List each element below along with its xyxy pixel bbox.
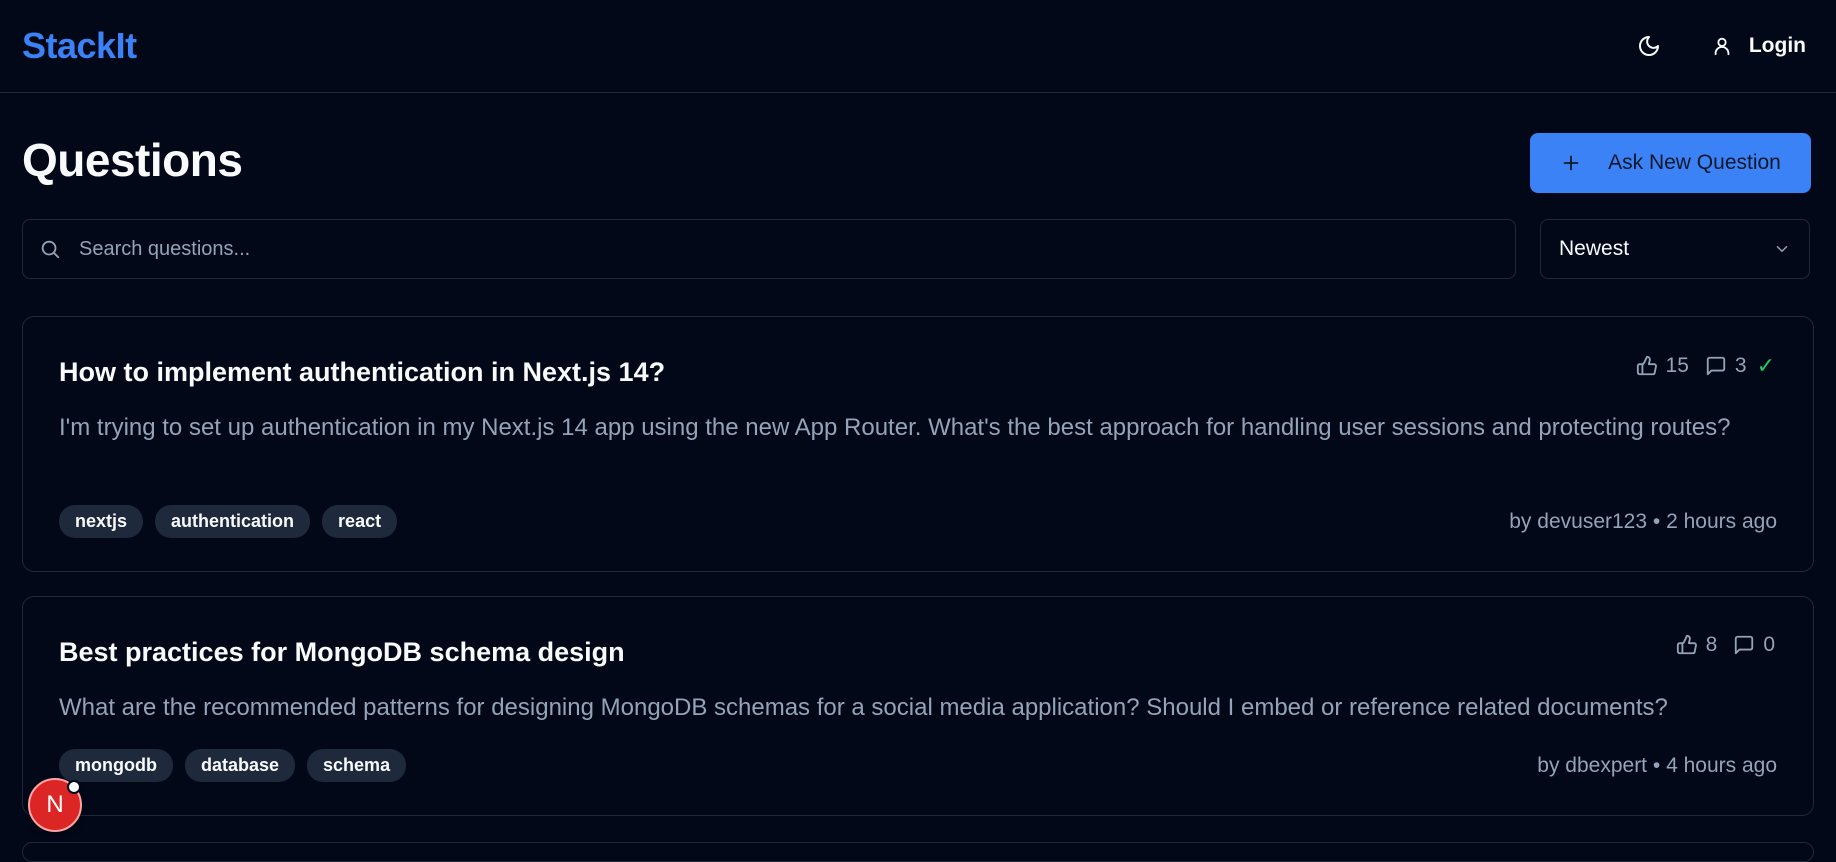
question-footer: mongodb database schema by dbexpert • 4 …: [59, 749, 1777, 782]
meta-separator: •: [1652, 753, 1661, 777]
top-navbar: StackIt Login: [0, 0, 1836, 93]
sort-selected-value: Newest: [1559, 237, 1630, 260]
nextjs-dev-indicator[interactable]: N: [28, 778, 82, 832]
tag-mongodb[interactable]: mongodb: [59, 749, 173, 782]
tag-database[interactable]: database: [184, 749, 296, 782]
vote-count[interactable]: 8: [1676, 633, 1718, 657]
vote-count[interactable]: 15: [1636, 354, 1689, 378]
page-header: Questions Ask New Question: [22, 93, 1814, 227]
ask-button-label: Ask New Question: [1608, 151, 1781, 174]
question-card-header: Best practices for MongoDB schema design…: [59, 633, 1777, 668]
question-footer: nextjs authentication react by devuser12…: [59, 505, 1777, 538]
thumbs-up-icon: [1636, 355, 1657, 376]
vote-count-value: 15: [1665, 354, 1689, 377]
question-meta: by devuser123 • 2 hours ago: [1509, 510, 1777, 534]
answer-count[interactable]: 3: [1705, 354, 1747, 378]
user-icon: [1714, 37, 1730, 56]
question-card-header: How to implement authentication in Next.…: [59, 353, 1777, 388]
timestamp: 2 hours ago: [1666, 509, 1777, 533]
search-icon: [41, 240, 60, 259]
tag-nextjs[interactable]: nextjs: [59, 505, 144, 538]
login-label: Login: [1748, 34, 1806, 57]
question-card-partial: [22, 842, 1814, 862]
by-label: by: [1537, 753, 1560, 777]
filter-controls: Newest: [22, 219, 1814, 279]
page-title: Questions: [22, 134, 243, 186]
question-card[interactable]: Best practices for MongoDB schema design…: [22, 596, 1814, 816]
author-name[interactable]: dbexpert: [1565, 754, 1647, 777]
navbar-actions: Login: [1627, 24, 1814, 68]
message-square-icon: [1735, 635, 1754, 655]
theme-toggle-button[interactable]: [1627, 24, 1671, 68]
login-button[interactable]: Login: [1711, 34, 1806, 58]
search-input[interactable]: [79, 237, 1499, 261]
vote-count-value: 8: [1705, 633, 1718, 656]
meta-separator: •: [1652, 509, 1661, 533]
question-excerpt: I'm trying to set up authentication in m…: [59, 414, 1731, 441]
main-content: Questions Ask New Question Newest How to…: [0, 93, 1836, 816]
author-name[interactable]: devuser123: [1537, 510, 1647, 533]
question-excerpt: What are the recommended patterns for de…: [59, 694, 1668, 721]
question-card[interactable]: How to implement authentication in Next.…: [22, 316, 1814, 572]
question-stats: 15 3 ✓: [1636, 353, 1775, 379]
timestamp: 4 hours ago: [1666, 753, 1777, 777]
answer-count-value: 3: [1734, 354, 1747, 377]
dev-indicator-letter: N: [46, 791, 64, 818]
tag-schema[interactable]: schema: [307, 749, 407, 782]
by-label: by: [1509, 509, 1532, 533]
question-title[interactable]: Best practices for MongoDB schema design: [59, 637, 625, 668]
answer-count[interactable]: 0: [1733, 633, 1775, 657]
ask-new-question-button[interactable]: Ask New Question: [1530, 133, 1811, 193]
accepted-answer-check: ✓: [1756, 353, 1775, 378]
question-stats: 8 0: [1676, 633, 1775, 657]
dev-indicator-dot: [67, 780, 81, 794]
message-square-icon: [1706, 356, 1726, 376]
plus-icon: [1563, 155, 1579, 171]
sort-select[interactable]: Newest: [1540, 219, 1810, 279]
chevron-down-icon: [1776, 246, 1788, 252]
question-meta: by dbexpert • 4 hours ago: [1537, 754, 1777, 778]
brand-logo[interactable]: StackIt: [22, 25, 137, 67]
tag-react[interactable]: react: [322, 505, 398, 538]
tag-list: nextjs authentication react: [59, 505, 398, 538]
answer-count-value: 0: [1763, 633, 1775, 656]
tag-authentication[interactable]: authentication: [155, 505, 311, 538]
tag-list: mongodb database schema: [59, 749, 407, 782]
thumbs-up-icon: [1676, 634, 1697, 655]
question-title[interactable]: How to implement authentication in Next.…: [59, 357, 665, 388]
moon-icon: [1638, 36, 1659, 56]
search-box: [22, 219, 1516, 279]
